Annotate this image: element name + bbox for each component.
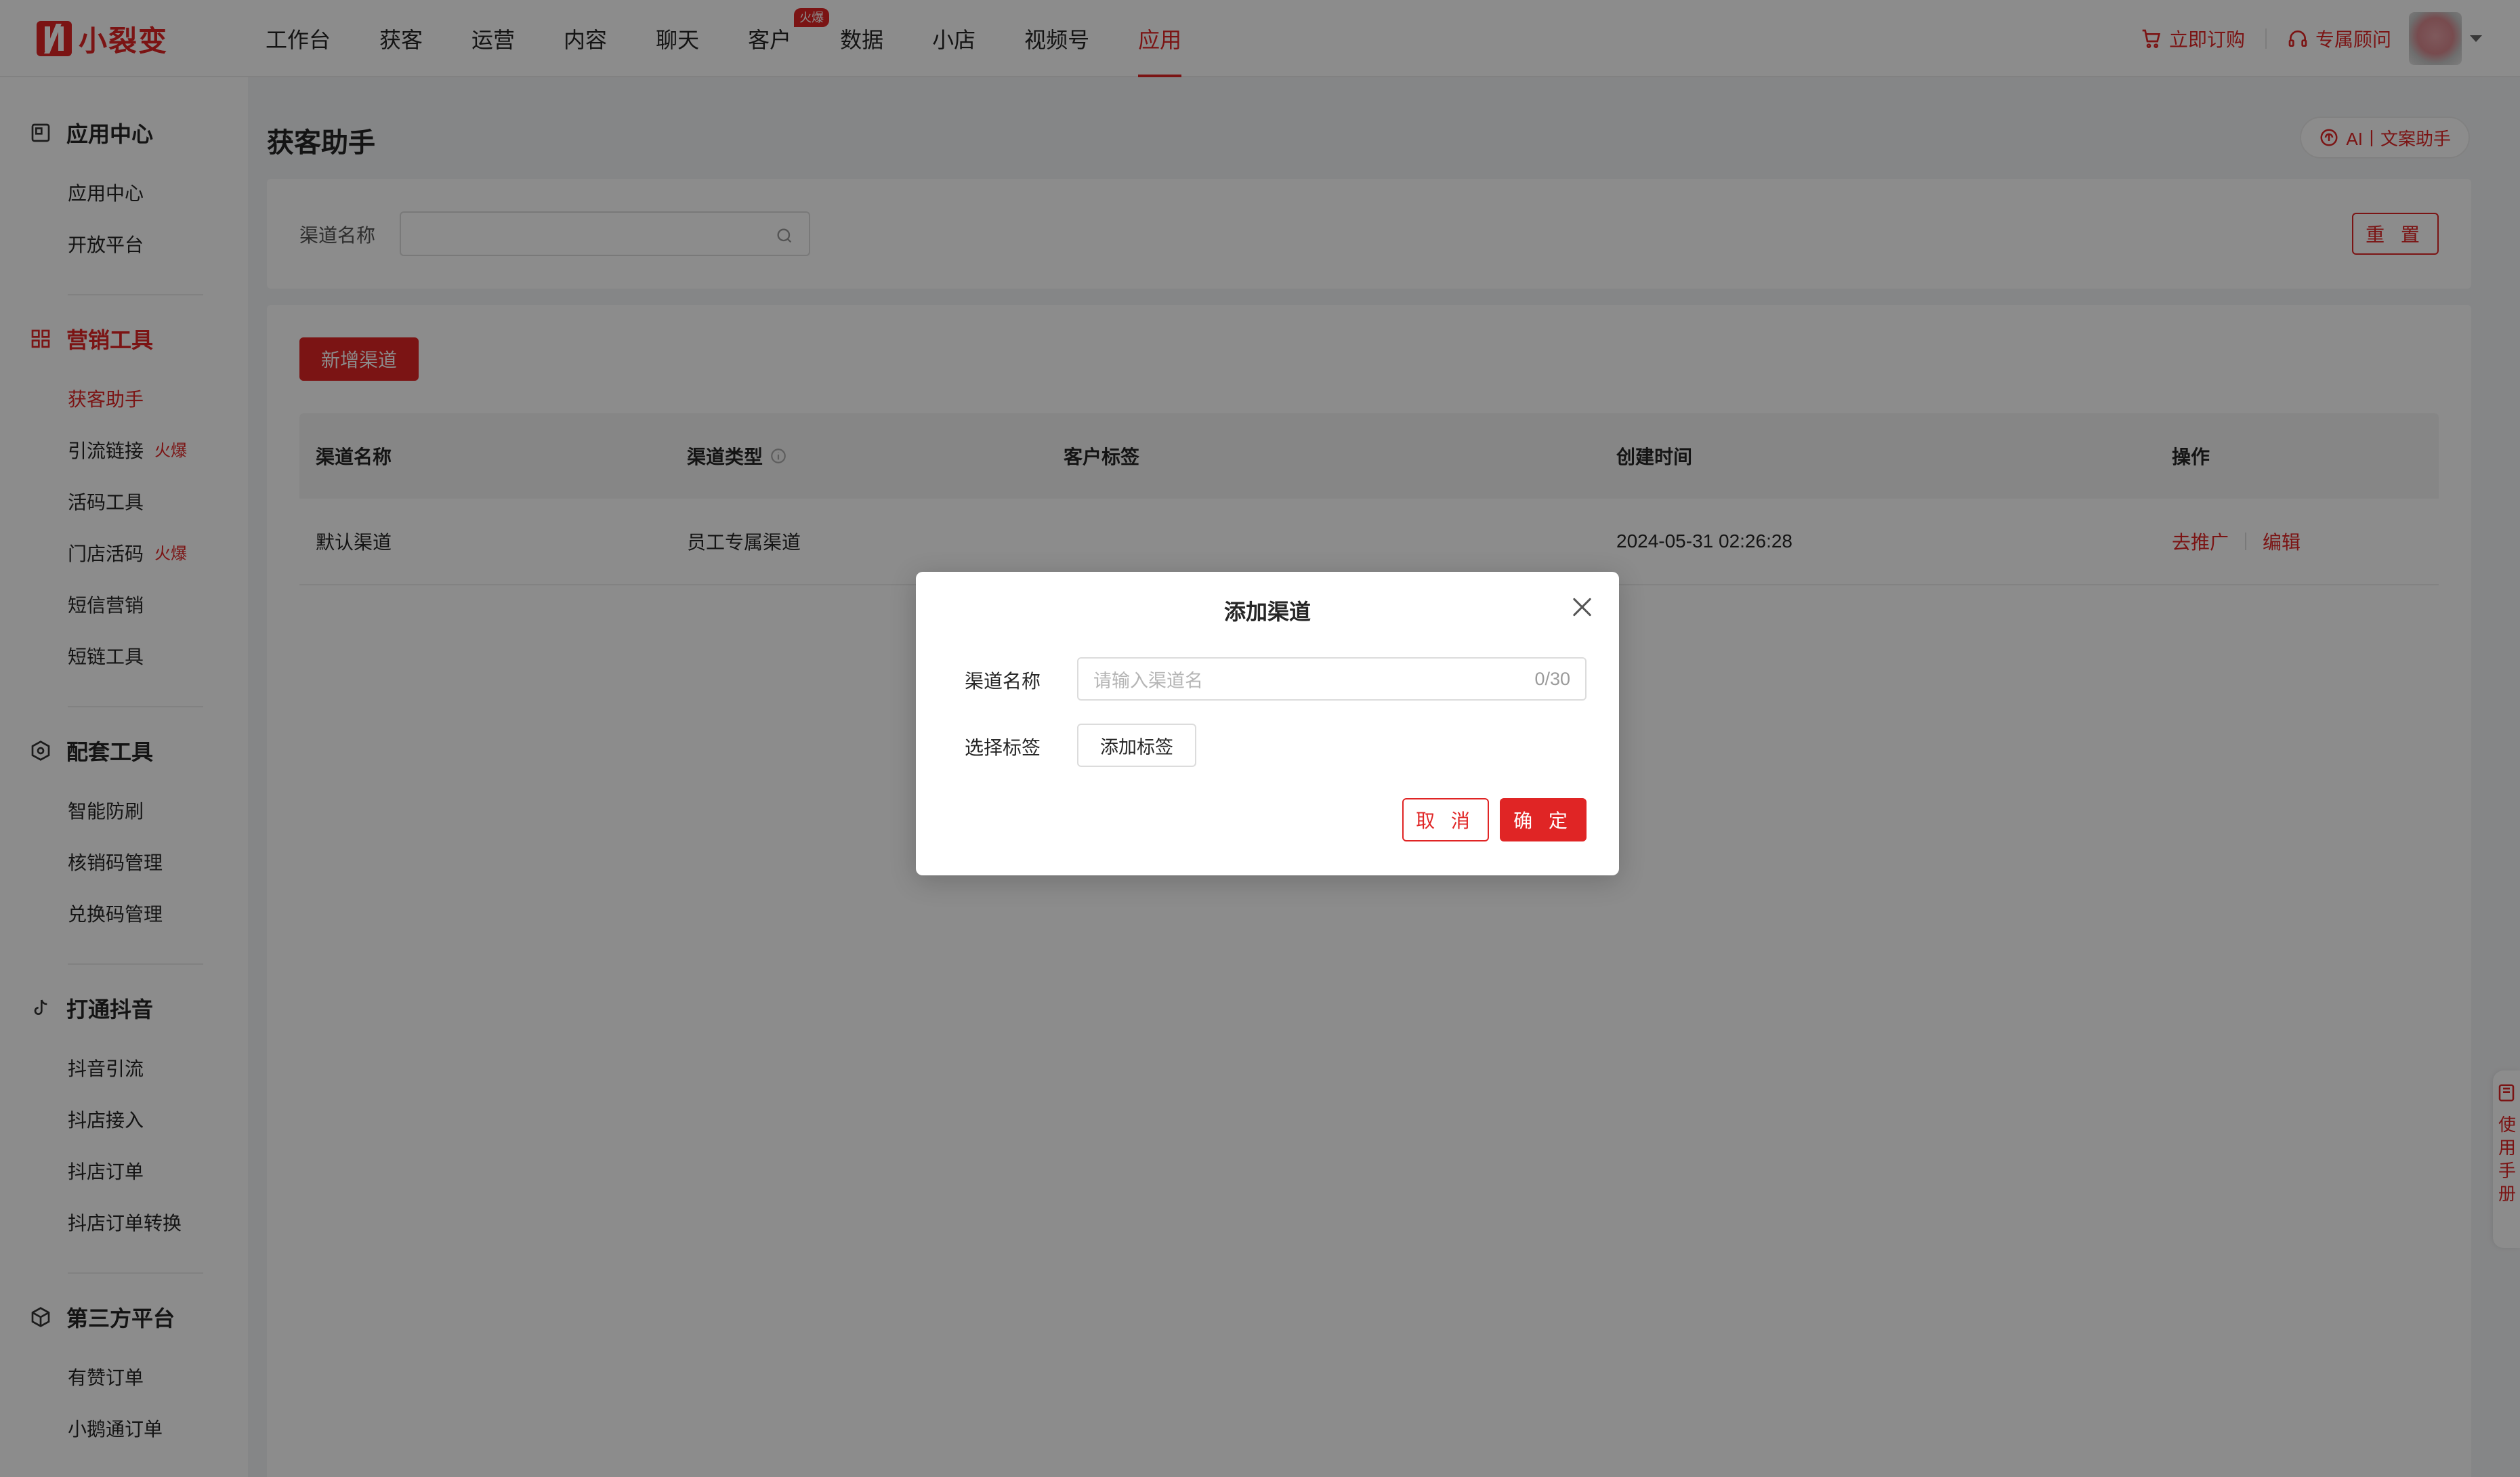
add-tag-button[interactable]: 添加标签	[1077, 724, 1196, 767]
close-icon[interactable]	[1572, 596, 1592, 617]
channel-name-label: 渠道名称	[965, 671, 1041, 692]
cancel-button[interactable]: 取 消	[1402, 798, 1489, 841]
channel-name-placeholder: 请输入渠道名	[1093, 670, 1203, 691]
confirm-button[interactable]: 确 定	[1500, 798, 1587, 841]
dialog-title: 添加渠道	[1223, 600, 1311, 624]
char-counter: 0/30	[1534, 668, 1570, 689]
select-tag-label: 选择标签	[965, 737, 1041, 758]
channel-name-input[interactable]: 请输入渠道名 0/30	[1077, 657, 1587, 701]
add-channel-dialog: 添加渠道 渠道名称 请输入渠道名 0/30 选择标签 添加标签 取 消 确 定	[916, 572, 1619, 875]
